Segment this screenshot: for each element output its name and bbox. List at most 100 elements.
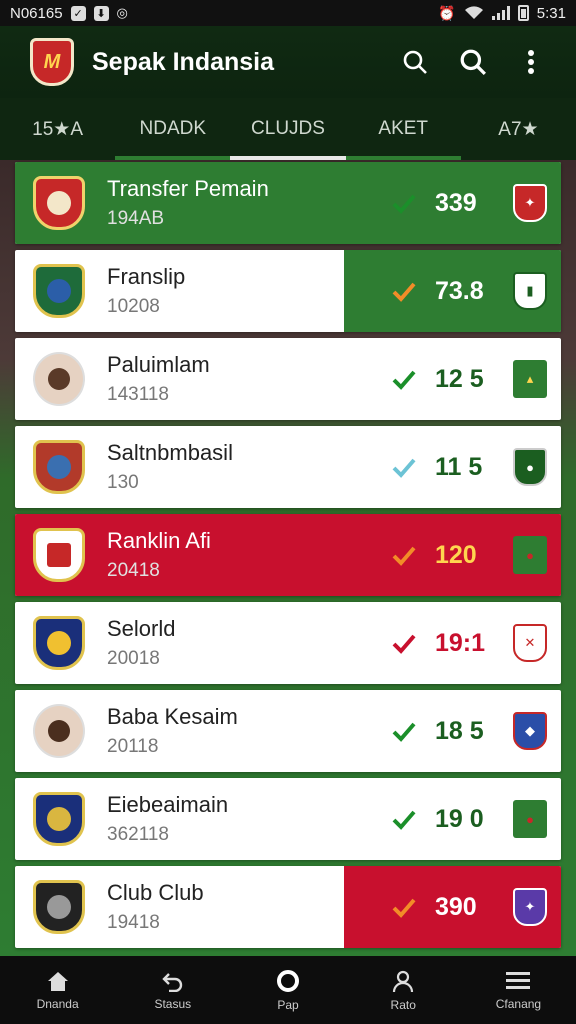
item-name: Club Club bbox=[107, 880, 204, 905]
list-item[interactable]: Franslip 10208 73.8 ▮ bbox=[15, 250, 561, 332]
club-list: Transfer Pemain 194AB 339 ✦ Franslip 102… bbox=[15, 162, 561, 954]
item-sub: 194AB bbox=[107, 208, 165, 229]
check-icon bbox=[392, 282, 416, 302]
club-crest-icon bbox=[33, 528, 85, 582]
list-item[interactable]: Selorld 20018 19:1 ✕ bbox=[15, 602, 561, 684]
list-item[interactable]: Eiebeaimain 362118 19 0 ● bbox=[15, 778, 561, 860]
check-icon bbox=[392, 898, 416, 918]
item-sub: 20418 bbox=[107, 560, 160, 581]
tab-2[interactable]: NDADK bbox=[115, 98, 231, 160]
item-name: Franslip bbox=[107, 264, 186, 289]
club-badge-icon: ▮ bbox=[513, 272, 547, 310]
nav-label: Rato bbox=[390, 997, 416, 1012]
club-crest-icon bbox=[33, 792, 85, 846]
item-sub: 143118 bbox=[107, 384, 169, 405]
item-sub: 10208 bbox=[107, 296, 160, 317]
item-score: 339 bbox=[435, 188, 477, 217]
check-icon bbox=[392, 194, 416, 214]
club-badge-icon: ✦ bbox=[513, 184, 547, 222]
status-text: N06165 bbox=[10, 4, 63, 22]
club-crest-icon bbox=[33, 176, 85, 230]
player-avatar bbox=[33, 704, 85, 758]
item-score: 19 0 bbox=[435, 804, 484, 833]
check-icon bbox=[392, 458, 416, 478]
club-badge-icon: ◆ bbox=[513, 712, 547, 750]
app-title: Sepak Indansia bbox=[92, 47, 275, 76]
download-icon: ⬇ bbox=[93, 5, 109, 21]
list-item[interactable]: Baba Kesaim 20118 18 5 ◆ bbox=[15, 690, 561, 772]
player-avatar bbox=[33, 352, 85, 406]
nav-label: Pap bbox=[277, 997, 299, 1012]
list-item[interactable]: Saltnbmbasil 130 11 5 ● bbox=[15, 426, 561, 508]
item-name: Baba Kesaim bbox=[107, 704, 238, 729]
sync-icon: ◎ bbox=[116, 5, 128, 20]
item-score: 18 5 bbox=[435, 716, 484, 745]
item-name: Saltnbmbasil bbox=[107, 440, 233, 465]
bottom-nav: Dnanda Stasus Pap Rato Cfanang bbox=[0, 956, 576, 1024]
club-list-area: Transfer Pemain 194AB 339 ✦ Franslip 102… bbox=[0, 160, 576, 956]
list-item[interactable]: Transfer Pemain 194AB 339 ✦ bbox=[15, 162, 561, 244]
club-badge-icon: ● bbox=[513, 448, 547, 486]
check-icon bbox=[392, 546, 416, 566]
battery-icon bbox=[517, 5, 529, 21]
list-item[interactable]: Ranklin Afi 20418 120 ● bbox=[15, 514, 561, 596]
circle-icon bbox=[277, 969, 299, 992]
status-time: 5:31 bbox=[536, 4, 566, 22]
home-icon bbox=[47, 971, 68, 991]
club-badge-icon: ▴ bbox=[513, 360, 547, 398]
nav-label: Cfanang bbox=[495, 996, 542, 1011]
tab-1[interactable]: 15★A bbox=[0, 98, 115, 160]
item-sub: 130 bbox=[107, 472, 139, 493]
app-bar: M Sepak Indansia bbox=[0, 26, 576, 98]
item-sub: 19418 bbox=[107, 912, 160, 933]
tab-4[interactable]: AKET bbox=[345, 98, 462, 160]
search-icon[interactable] bbox=[458, 47, 488, 77]
more-vert-icon[interactable] bbox=[516, 47, 546, 77]
item-score: 73.8 bbox=[435, 276, 484, 305]
item-sub: 362118 bbox=[107, 824, 169, 845]
nav-home[interactable]: Dnanda bbox=[0, 970, 115, 1011]
club-crest-icon bbox=[33, 880, 85, 934]
tab-5[interactable]: A7★ bbox=[461, 98, 576, 160]
undo-icon bbox=[162, 972, 182, 992]
nav-label: Dnanda bbox=[36, 996, 79, 1011]
alarm-icon: ⏰ bbox=[438, 4, 456, 21]
list-item[interactable]: Paluimlam 143118 12 5 ▴ bbox=[15, 338, 561, 420]
club-badge-icon: ● bbox=[513, 800, 547, 838]
club-crest-icon bbox=[33, 616, 85, 670]
menu-icon bbox=[506, 971, 531, 989]
item-score: 120 bbox=[435, 540, 477, 569]
status-bar: N06165 ✓ ⬇ ◎ ⏰ 5:31 bbox=[0, 0, 576, 26]
item-sub: 20118 bbox=[107, 736, 159, 757]
checkbox-icon: ✓ bbox=[70, 5, 86, 21]
club-badge-icon: ● bbox=[513, 536, 547, 574]
check-icon bbox=[392, 370, 416, 390]
search-icon[interactable] bbox=[400, 47, 430, 77]
check-icon bbox=[392, 634, 416, 654]
item-name: Eiebeaimain bbox=[107, 792, 229, 817]
club-crest-icon bbox=[33, 264, 85, 318]
item-name: Transfer Pemain bbox=[107, 176, 269, 201]
nav-label: Stasus bbox=[154, 996, 192, 1011]
tab-bar: 15★A NDADK CLUJDS AKET A7★ bbox=[0, 98, 576, 160]
nav-map[interactable]: Pap bbox=[230, 969, 345, 1012]
list-item[interactable]: Club Club 19418 390 ✦ bbox=[15, 866, 561, 948]
nav-menu[interactable]: Cfanang bbox=[461, 970, 576, 1011]
item-name: Selorld bbox=[107, 616, 176, 641]
app-logo: M bbox=[30, 38, 74, 86]
club-badge-icon: ✦ bbox=[513, 888, 547, 926]
item-sub: 20018 bbox=[107, 648, 160, 669]
club-crest-icon bbox=[33, 440, 85, 494]
item-score: 11 5 bbox=[435, 452, 483, 481]
nav-rato[interactable]: Rato bbox=[346, 969, 461, 1012]
item-score: 390 bbox=[435, 892, 477, 921]
nav-status[interactable]: Stasus bbox=[115, 970, 230, 1011]
check-icon bbox=[392, 722, 416, 742]
signal-icon bbox=[491, 6, 510, 20]
person-icon bbox=[393, 970, 414, 992]
wifi-icon bbox=[464, 6, 483, 20]
item-name: Ranklin Afi bbox=[107, 528, 211, 553]
tab-clubs[interactable]: CLUJDS bbox=[230, 98, 346, 160]
club-badge-icon: ✕ bbox=[513, 624, 547, 662]
check-icon bbox=[392, 810, 416, 830]
